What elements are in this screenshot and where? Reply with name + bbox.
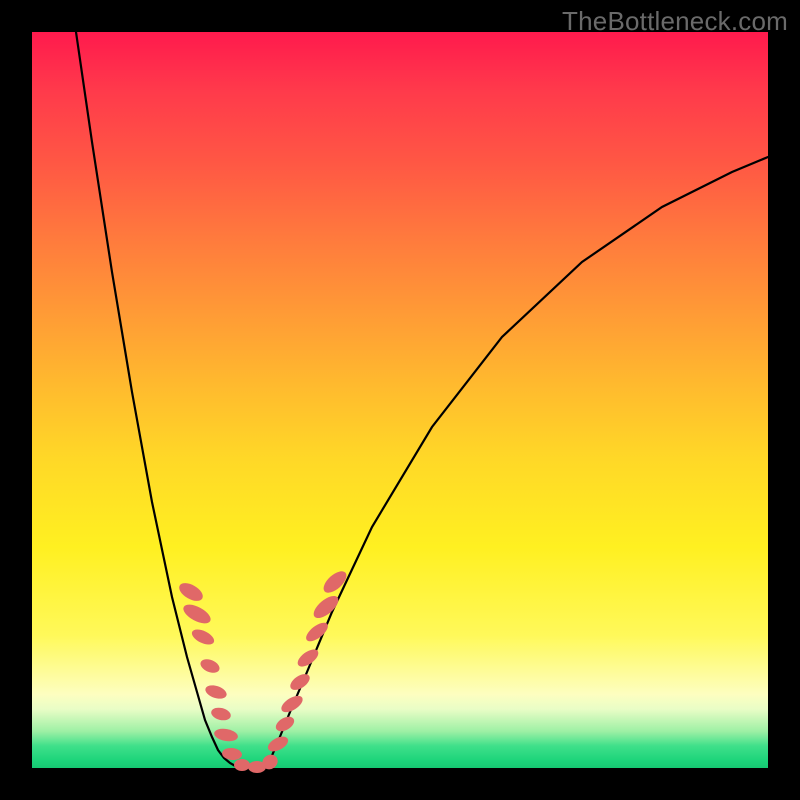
bead-cluster [176, 567, 350, 773]
bead [273, 714, 296, 734]
bead [180, 601, 213, 627]
bead [190, 626, 217, 647]
bead [265, 734, 290, 755]
bead [210, 706, 232, 722]
bead [176, 579, 206, 604]
bead [310, 592, 342, 622]
bottleneck-curve [76, 32, 768, 768]
bead [279, 693, 306, 716]
curve-svg [32, 32, 768, 768]
bead [204, 683, 229, 701]
bead [234, 759, 250, 771]
chart-frame: TheBottleneck.com [0, 0, 800, 800]
bead [213, 727, 239, 743]
plot-area [32, 32, 768, 768]
bead [198, 657, 221, 676]
